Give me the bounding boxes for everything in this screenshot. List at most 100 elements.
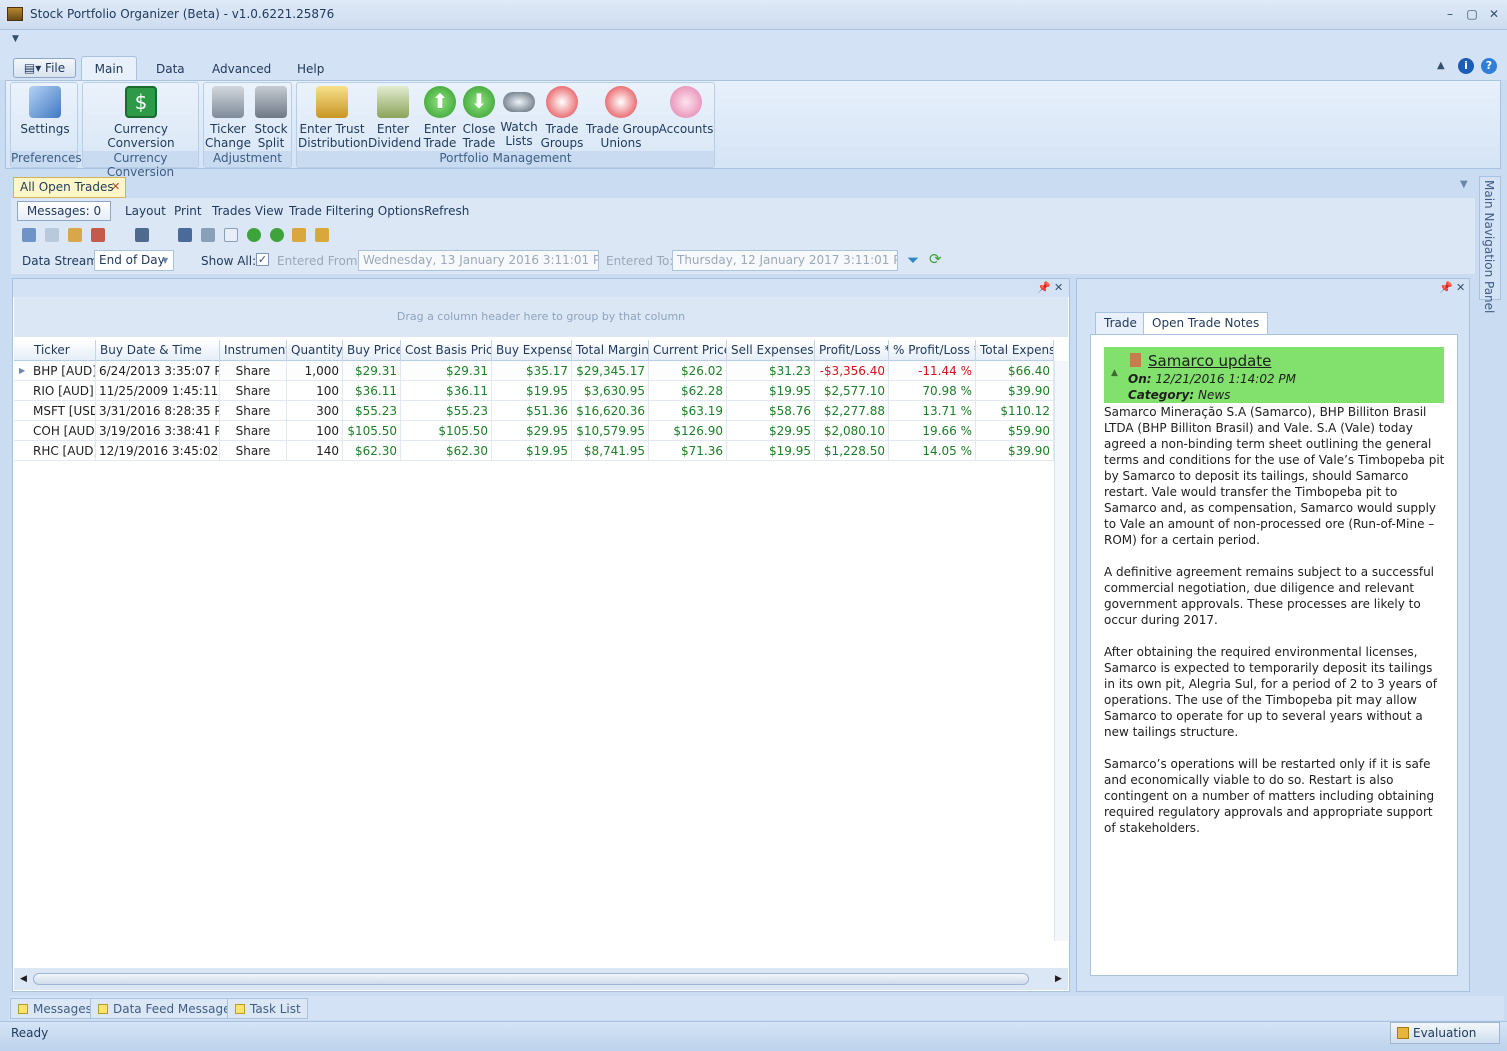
group-by-area[interactable]: Drag a column header here to group by th… xyxy=(14,297,1068,337)
cell-total-margin: $8,741.95 xyxy=(572,441,649,461)
refresh-icon[interactable]: ⟳ xyxy=(929,250,942,268)
tab-trade[interactable]: Trade xyxy=(1095,312,1146,334)
column-header-total-margin[interactable]: Total Margin xyxy=(572,340,649,361)
quick-access-toolbar xyxy=(0,30,1507,54)
trade-group-unions-button[interactable]: Trade Group Unions xyxy=(586,84,659,154)
enter-trade-small-icon[interactable] xyxy=(247,228,261,242)
tab-main[interactable]: Main xyxy=(81,56,137,81)
column-header-sell-expenses[interactable]: Sell Expenses * xyxy=(727,340,815,361)
arrow-down-icon: ⬇ xyxy=(463,86,495,118)
tab-help[interactable]: Help xyxy=(287,58,334,80)
tab-open-trade-notes[interactable]: Open Trade Notes xyxy=(1143,312,1269,335)
entered-to-field[interactable]: Thursday, 12 January 2017 3:11:01 PM xyxy=(672,250,898,271)
column-header-buy-expenses[interactable]: Buy Expenses xyxy=(492,340,572,361)
stock-split-button[interactable]: Stock Split xyxy=(251,84,291,154)
cell-total-expense: $39.90 xyxy=(976,381,1054,401)
tab-advanced[interactable]: Advanced xyxy=(202,58,281,80)
status-bar xyxy=(0,1021,1507,1051)
cell-sell-expenses: $19.95 xyxy=(727,381,815,401)
settings-icon xyxy=(29,86,61,118)
collapse-note-icon[interactable]: ▲ xyxy=(1111,368,1118,378)
cell-pct-profit-loss: 13.71 % xyxy=(889,401,976,421)
task-list-icon xyxy=(235,1004,245,1014)
column-header-cost-basis[interactable]: Cost Basis Price xyxy=(401,340,492,361)
tab-data[interactable]: Data xyxy=(146,58,195,80)
quick-access-dropdown-icon[interactable]: ▼ xyxy=(12,34,19,44)
currency-conversion-button[interactable]: $ Currency Conversion xyxy=(104,84,178,154)
column-chooser-icon[interactable] xyxy=(45,228,59,242)
pin-icon[interactable]: 📌 xyxy=(1037,281,1051,294)
info-icon[interactable]: i xyxy=(1458,58,1474,74)
printer-icon[interactable] xyxy=(135,228,149,242)
watch-lists-button[interactable]: Watch Lists xyxy=(499,84,539,154)
close-trade-small-icon[interactable] xyxy=(270,228,284,242)
close-panel-icon[interactable]: ✕ xyxy=(1054,281,1063,294)
filter-icon[interactable]: ⏷ xyxy=(907,251,919,269)
scroll-right-icon[interactable]: ▶ xyxy=(1055,974,1062,984)
menu-trades-view[interactable]: Trades View xyxy=(212,204,283,218)
delete-icon[interactable] xyxy=(178,228,192,242)
column-header-buy-price[interactable]: Buy Price xyxy=(343,340,401,361)
menu-trade-filtering-options[interactable]: Trade Filtering Options xyxy=(289,204,424,218)
distribution-small-icon[interactable] xyxy=(315,228,329,242)
menu-refresh[interactable]: Refresh xyxy=(424,204,469,218)
cell-ticker: BHP [AUD] xyxy=(30,361,96,381)
entered-from-field[interactable]: Wednesday, 13 January 2016 3:11:01 PM xyxy=(358,250,599,271)
maximize-button[interactable]: ▢ xyxy=(1463,6,1481,22)
accounts-button[interactable]: Accounts xyxy=(658,84,714,154)
bottom-tab-messages[interactable]: Messages xyxy=(10,998,99,1019)
vertical-scrollbar[interactable] xyxy=(1054,361,1068,941)
column-header-total-expense[interactable]: Total Expense xyxy=(976,340,1054,361)
cell-sell-expenses: $31.23 xyxy=(727,361,815,381)
help-icon[interactable]: ? xyxy=(1481,58,1497,74)
enter-trade-button[interactable]: ⬆ Enter Trade xyxy=(420,84,460,154)
enter-trust-distribution-button[interactable]: Enter Trust Distribution xyxy=(298,84,368,154)
settings-button[interactable]: Settings xyxy=(17,84,73,154)
notes-icon[interactable] xyxy=(224,228,238,242)
column-header-ticker[interactable]: Ticker xyxy=(30,340,96,361)
horizontal-scroll-thumb[interactable] xyxy=(33,973,1029,985)
notes-pin-icon[interactable]: 📌 xyxy=(1439,281,1453,294)
clear-filter-icon[interactable] xyxy=(91,228,105,242)
bottom-tab-data-feed-messages[interactable]: Data Feed Messages xyxy=(90,998,244,1019)
close-tab-icon[interactable]: ✕ xyxy=(111,180,120,193)
layout-icon[interactable] xyxy=(22,228,36,242)
cell-quantity: 140 xyxy=(287,441,343,461)
messages-button[interactable]: Messages: 0 xyxy=(17,201,111,221)
cell-buy-date: 11/25/2009 1:45:11 PM xyxy=(96,381,220,401)
cell-profit-loss: $2,577.10 xyxy=(815,381,889,401)
column-header-current-price[interactable]: Current Price xyxy=(649,340,727,361)
data-feed-icon xyxy=(98,1004,108,1014)
note-title[interactable]: Samarco update xyxy=(1148,352,1271,370)
close-button[interactable]: ✕ xyxy=(1485,6,1503,22)
column-header-quantity[interactable]: Quantity xyxy=(287,340,343,361)
evaluation-button[interactable]: Evaluation xyxy=(1390,1022,1500,1044)
column-header-pct-profit-loss[interactable]: % Profit/Loss * xyxy=(889,340,976,361)
tab-list-dropdown-icon[interactable]: ▼ xyxy=(1460,179,1468,190)
close-trade-button[interactable]: ⬇ Close Trade xyxy=(459,84,499,154)
scroll-left-icon[interactable]: ◀ xyxy=(20,974,27,984)
data-stream-label: Data Stream xyxy=(22,254,98,268)
column-header-instrument[interactable]: Instrument xyxy=(220,340,287,361)
doc-tab-all-open-trades[interactable]: All Open Trades xyxy=(13,177,126,198)
cell-current-price: $63.19 xyxy=(649,401,727,421)
menu-print[interactable]: Print xyxy=(174,204,202,218)
minimize-button[interactable]: – xyxy=(1441,6,1459,22)
menu-layout[interactable]: Layout xyxy=(125,204,166,218)
cell-total-margin: $10,579.95 xyxy=(572,421,649,441)
undo-icon[interactable] xyxy=(201,228,215,242)
show-all-checkbox[interactable]: ✓ xyxy=(256,253,269,266)
column-header-profit-loss[interactable]: Profit/Loss * xyxy=(815,340,889,361)
dividend-small-icon[interactable] xyxy=(292,228,306,242)
bottom-tab-task-list[interactable]: Task List xyxy=(227,998,308,1019)
file-menu-button[interactable]: ▤▾ File xyxy=(13,58,76,78)
enter-dividend-button[interactable]: Enter Dividend xyxy=(368,84,421,154)
notes-close-icon[interactable]: ✕ xyxy=(1456,281,1465,294)
cell-instrument: Share xyxy=(220,381,287,401)
collapse-ribbon-icon[interactable]: ▲ xyxy=(1437,60,1445,71)
export-icon[interactable] xyxy=(68,228,82,242)
trade-groups-button[interactable]: Trade Groups xyxy=(540,84,584,154)
entered-from-label: Entered From: xyxy=(277,254,362,268)
column-header-buy-date[interactable]: Buy Date & Time xyxy=(96,340,220,361)
ticker-change-button[interactable]: Ticker Change xyxy=(205,84,251,154)
